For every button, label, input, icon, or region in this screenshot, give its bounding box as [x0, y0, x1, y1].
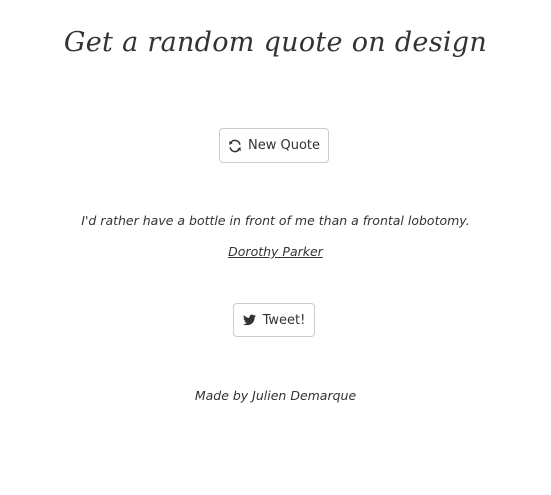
page-title: Get a random quote on design: [63, 27, 488, 58]
twitter-icon: [243, 313, 257, 327]
refresh-icon: [228, 139, 242, 153]
new-quote-label: New Quote: [247, 138, 320, 153]
new-quote-button[interactable]: New Quote: [219, 128, 329, 163]
tweet-label: Tweet!: [262, 312, 306, 328]
footer-credit: Made by Julien Demarque: [194, 388, 357, 403]
quote-author-container: Dorothy Parker: [0, 244, 551, 259]
tweet-button[interactable]: Tweet!: [233, 303, 315, 337]
quote-text: I'd rather have a bottle in front of me …: [81, 213, 470, 228]
quote-author-link[interactable]: Dorothy Parker: [228, 244, 323, 259]
